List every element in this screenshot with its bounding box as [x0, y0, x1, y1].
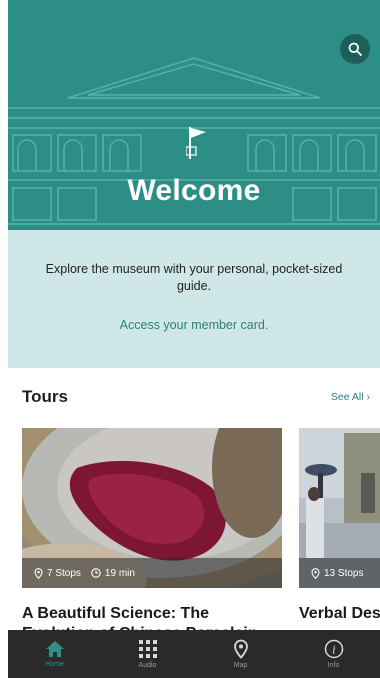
tours-section-title: Tours [22, 387, 68, 406]
search-button[interactable] [340, 34, 370, 64]
stops-count: 13 Stops [324, 567, 364, 579]
tour-card[interactable]: 13 Stops [299, 428, 380, 588]
hero-banner: Welcome [8, 0, 380, 230]
bottom-nav-bar: Home Audio Map i Info [8, 630, 380, 678]
stops-meta: 13 Stops [311, 568, 363, 579]
map-pin-icon [311, 567, 320, 579]
tour-meta-bar: 13 Stops [299, 558, 380, 588]
duration-text: 19 min [104, 567, 135, 579]
nav-tab-map[interactable]: Map [194, 630, 287, 678]
flag-icon [186, 127, 206, 159]
nav-label-info: Info [327, 662, 340, 669]
clock-icon [91, 568, 101, 578]
nav-label-audio: Audio [138, 662, 157, 669]
duration-meta: 19 min [91, 568, 135, 579]
nav-tab-home[interactable]: Home [8, 630, 101, 678]
nav-tab-audio[interactable]: Audio [101, 630, 194, 678]
nav-label-home: Home [45, 661, 64, 668]
stops-count: 7 Stops [47, 567, 81, 579]
intro-text: Explore the museum with your personal, p… [45, 262, 343, 293]
stops-meta: 7 Stops [34, 568, 81, 579]
welcome-title: Welcome [127, 174, 261, 207]
nav-tab-info[interactable]: i Info [287, 630, 380, 678]
intro-panel: Explore the museum with your personal, p… [8, 230, 380, 368]
info-icon: i [324, 639, 343, 659]
member-card-link[interactable]: Access your member card. [8, 318, 380, 332]
keypad-icon [138, 640, 157, 658]
tour-card[interactable]: 7 Stops 19 min [22, 428, 282, 588]
tour-title[interactable]: Verbal Descriptions Essentials [299, 604, 380, 624]
tour-meta-bar: 7 Stops 19 min [22, 558, 282, 588]
map-pin-icon [233, 639, 248, 659]
search-icon [348, 42, 362, 56]
see-all-link[interactable]: See All › [331, 391, 370, 403]
home-icon [45, 641, 64, 657]
svg-text:i: i [332, 644, 336, 657]
map-pin-icon [34, 567, 43, 579]
nav-label-map: Map [233, 662, 248, 669]
